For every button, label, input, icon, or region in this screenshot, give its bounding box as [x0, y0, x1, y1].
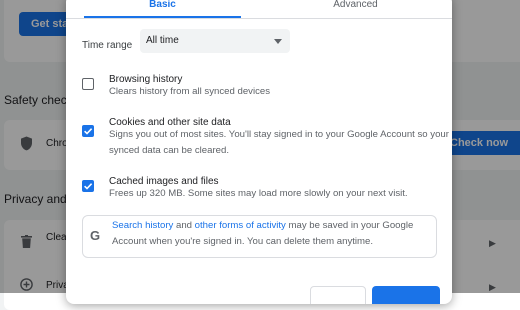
- time-range-value: All time: [146, 35, 179, 46]
- search-history-link[interactable]: Search history: [112, 220, 173, 231]
- checkmark-icon: [84, 183, 93, 190]
- tab-bar: Basic Advanced: [66, 0, 452, 19]
- clear-browsing-data-dialog: Basic Advanced Time range All time Brows…: [66, 0, 452, 304]
- cookies-checkbox[interactable]: [82, 125, 94, 137]
- info-text-and: and: [173, 220, 195, 231]
- option-description: Signs you out of most sites. You'll stay…: [109, 129, 449, 156]
- dropdown-arrow-icon: [274, 39, 282, 44]
- option-description: Clears history from all synced devices: [109, 86, 271, 97]
- time-range-select[interactable]: All time: [140, 29, 290, 53]
- cached-images-checkbox[interactable]: [82, 180, 94, 192]
- active-tab-indicator: [84, 16, 241, 18]
- checkmark-icon: [84, 128, 93, 135]
- cancel-button[interactable]: [310, 286, 366, 304]
- tab-advanced[interactable]: Advanced: [259, 0, 452, 10]
- google-account-info-box: G Search history and other forms of acti…: [82, 215, 437, 258]
- time-range-label: Time range: [82, 40, 133, 51]
- option-description: Frees up 320 MB. Some sites may load mor…: [109, 188, 408, 199]
- clear-data-button[interactable]: [372, 286, 440, 304]
- google-g-icon: G: [90, 228, 101, 243]
- tab-basic[interactable]: Basic: [66, 0, 259, 10]
- browsing-history-checkbox[interactable]: [82, 78, 94, 90]
- other-activity-link[interactable]: other forms of activity: [195, 220, 286, 231]
- info-text: Search history and other forms of activi…: [112, 218, 432, 250]
